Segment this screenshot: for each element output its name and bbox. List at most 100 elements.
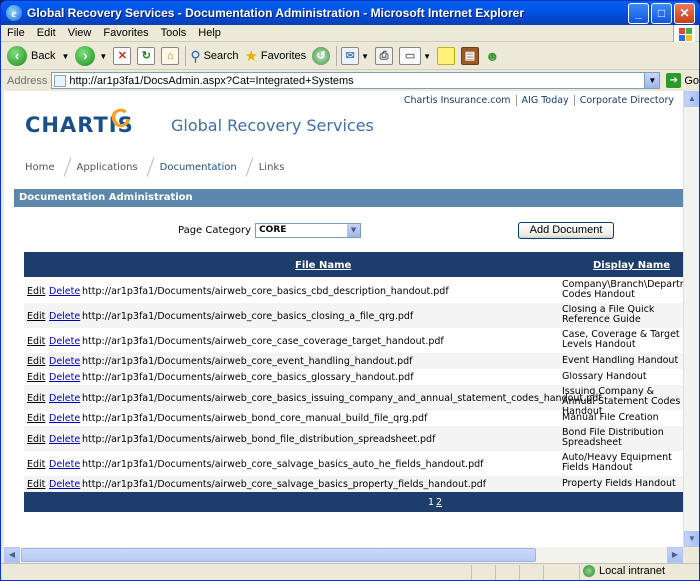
menu-bar: File Edit View Favorites Tools Help xyxy=(1,25,699,42)
table-row: Edit Delete http://ar1p3fa1/Documents/ai… xyxy=(24,369,683,385)
link-aig-today[interactable]: AIG Today xyxy=(515,95,574,106)
research-button[interactable]: ▤ xyxy=(460,47,479,65)
maximize-button[interactable]: □ xyxy=(651,3,672,24)
edit-link[interactable]: Edit xyxy=(27,372,45,383)
scroll-up-icon[interactable]: ▲ xyxy=(684,91,699,107)
home-button[interactable]: ⌂ xyxy=(161,47,180,65)
display-name: Auto/Heavy Equipment Fields Handout xyxy=(562,453,672,473)
chartis-logo[interactable]: CHARTIS Ϲ xyxy=(25,101,134,137)
edit-link[interactable]: Edit xyxy=(27,413,45,424)
page-viewport: Chartis Insurance.com AIG Today Corporat… xyxy=(4,91,683,547)
table-row: Edit Delete http://ar1p3fa1/Documents/ai… xyxy=(24,353,683,369)
scroll-left-icon[interactable]: ◀ xyxy=(4,547,20,563)
mail-dropdown-icon[interactable]: ▼ xyxy=(361,52,369,61)
delete-link[interactable]: Delete xyxy=(49,479,80,490)
nav-applications[interactable]: Applications xyxy=(77,162,144,173)
edit-link[interactable]: Edit xyxy=(27,286,45,297)
go-label: Go xyxy=(684,74,699,87)
delete-link[interactable]: Delete xyxy=(49,459,80,470)
file-url: http://ar1p3fa1/Documents/airweb_core_ev… xyxy=(82,356,413,367)
menu-edit[interactable]: Edit xyxy=(37,27,56,39)
horizontal-scroll-thumb[interactable] xyxy=(21,548,536,562)
delete-link[interactable]: Delete xyxy=(49,393,80,404)
delete-link[interactable]: Delete xyxy=(49,311,80,322)
address-input[interactable]: http://ar1p3fa1/DocsAdmin.aspx?Cat=Integ… xyxy=(51,72,661,89)
documents-table: File Name Display Name Edit Delete http:… xyxy=(24,252,683,512)
file-url: http://ar1p3fa1/Documents/airweb_core_ba… xyxy=(82,393,602,404)
search-button[interactable]: ⚲ Search xyxy=(190,48,238,65)
stop-button[interactable]: ✕ xyxy=(113,47,132,65)
category-value: CORE xyxy=(259,225,287,235)
menu-view[interactable]: View xyxy=(68,27,92,39)
pager-page-2[interactable]: 2 xyxy=(436,497,442,508)
favorites-button[interactable]: ★ Favorites xyxy=(244,47,306,65)
top-links: Chartis Insurance.com AIG Today Corporat… xyxy=(399,95,679,106)
edit-link[interactable]: Edit xyxy=(27,336,45,347)
status-divider xyxy=(543,564,544,580)
address-dropdown-icon[interactable]: ▼ xyxy=(644,73,660,88)
forward-button[interactable]: › ▼ xyxy=(75,46,107,66)
notes-button[interactable] xyxy=(436,47,455,65)
nav-home[interactable]: Home xyxy=(25,162,61,173)
favorites-label: Favorites xyxy=(260,50,307,62)
menu-help[interactable]: Help xyxy=(198,27,221,39)
zone-label: Local intranet xyxy=(599,565,666,577)
delete-link[interactable]: Delete xyxy=(49,356,80,367)
table-row: Edit Delete http://ar1p3fa1/Documents/ai… xyxy=(24,451,683,476)
search-icon: ⚲ xyxy=(190,47,201,64)
scroll-right-icon[interactable]: ▶ xyxy=(667,547,683,563)
nav-links[interactable]: Links xyxy=(259,162,291,173)
delete-link[interactable]: Delete xyxy=(49,413,80,424)
minimize-button[interactable]: _ xyxy=(628,3,649,24)
file-url: http://ar1p3fa1/Documents/airweb_bond_fi… xyxy=(82,434,436,445)
refresh-button[interactable]: ↻ xyxy=(137,47,156,65)
forward-dropdown-icon[interactable]: ▼ xyxy=(99,52,107,61)
display-name: Case, Coverage & Target Levels Handout xyxy=(562,330,680,350)
edit-page-button[interactable]: ▭ ▼ xyxy=(399,47,431,65)
add-document-button[interactable]: Add Document xyxy=(518,222,614,239)
window-title: Global Recovery Services - Documentation… xyxy=(27,6,524,20)
menu-tools[interactable]: Tools xyxy=(161,27,187,39)
edit-link[interactable]: Edit xyxy=(27,479,45,490)
category-select[interactable]: CORE ▼ xyxy=(255,223,362,238)
header-file-name[interactable]: File Name xyxy=(295,260,351,271)
display-name: Glossary Handout xyxy=(562,372,647,382)
menu-file[interactable]: File xyxy=(7,27,25,39)
horizontal-scrollbar[interactable]: ◀ ▶ xyxy=(4,547,683,563)
history-button[interactable]: ↺ xyxy=(312,47,331,65)
close-button[interactable]: ✕ xyxy=(674,3,695,24)
home-icon: ⌂ xyxy=(161,47,180,65)
go-button[interactable]: ➔ Go xyxy=(666,73,699,88)
address-bar: Address http://ar1p3fa1/DocsAdmin.aspx?C… xyxy=(1,71,699,90)
vertical-scrollbar[interactable]: ▲ ▼ xyxy=(683,91,699,547)
windows-flag-icon xyxy=(673,25,695,42)
page-icon xyxy=(54,74,67,87)
security-zone: Local intranet xyxy=(583,565,665,577)
messenger-button[interactable]: ☻ xyxy=(485,48,500,64)
mail-button[interactable]: ✉ ▼ xyxy=(341,47,369,65)
menu-favorites[interactable]: Favorites xyxy=(103,27,148,39)
print-button[interactable]: ⎙ xyxy=(375,47,394,65)
delete-link[interactable]: Delete xyxy=(49,286,80,297)
edit-link[interactable]: Edit xyxy=(27,356,45,367)
address-label: Address xyxy=(7,74,48,87)
header-display-name[interactable]: Display Name xyxy=(593,260,670,271)
delete-link[interactable]: Delete xyxy=(49,372,80,383)
edit-dropdown-icon[interactable]: ▼ xyxy=(423,52,431,61)
delete-link[interactable]: Delete xyxy=(49,434,80,445)
history-icon: ↺ xyxy=(312,47,331,65)
display-name: Bond File Distribution Spreadsheet xyxy=(562,428,664,448)
scroll-down-icon[interactable]: ▼ xyxy=(684,531,699,547)
star-icon: ★ xyxy=(244,48,258,65)
delete-link[interactable]: Delete xyxy=(49,336,80,347)
edit-link[interactable]: Edit xyxy=(27,393,45,404)
edit-link[interactable]: Edit xyxy=(27,459,45,470)
link-corporate-directory[interactable]: Corporate Directory xyxy=(573,95,679,106)
section-header: Documentation Administration xyxy=(14,189,683,207)
back-button[interactable]: ‹ Back ▼ xyxy=(7,46,69,66)
link-chartis-insurance[interactable]: Chartis Insurance.com xyxy=(399,95,516,106)
edit-link[interactable]: Edit xyxy=(27,434,45,445)
nav-documentation[interactable]: Documentation xyxy=(160,162,243,173)
edit-link[interactable]: Edit xyxy=(27,311,45,322)
back-dropdown-icon[interactable]: ▼ xyxy=(61,52,69,61)
